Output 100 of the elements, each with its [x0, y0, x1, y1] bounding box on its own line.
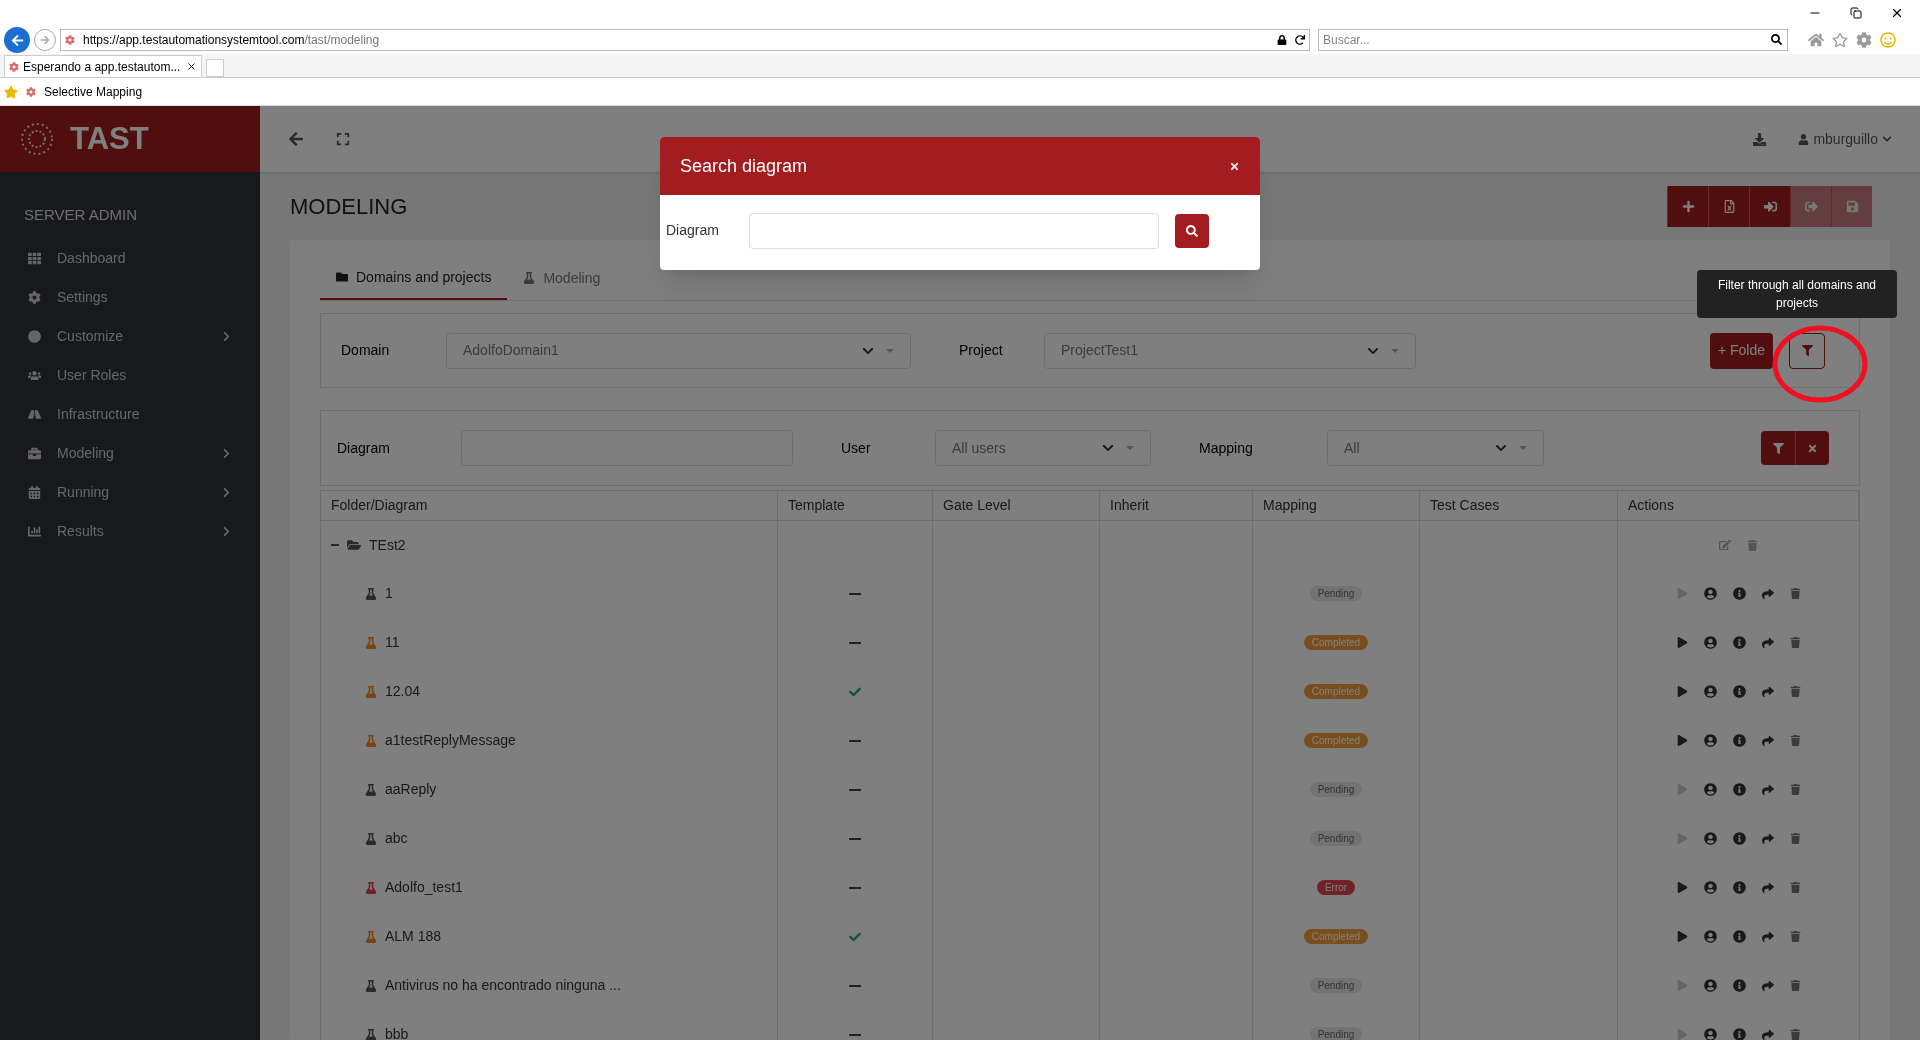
diagram-name[interactable]: bbb [385, 1024, 409, 1040]
info-icon[interactable] [1732, 734, 1746, 747]
delete-icon[interactable] [1789, 637, 1801, 648]
diagram-name[interactable]: Adolfo_test1 [385, 877, 463, 898]
share-icon[interactable] [1761, 685, 1774, 698]
back-button[interactable] [4, 27, 30, 53]
favorite-link[interactable]: Selective Mapping [44, 82, 143, 101]
close-icon[interactable] [1890, 6, 1904, 20]
share-icon[interactable] [1761, 930, 1774, 943]
info-icon[interactable] [1732, 979, 1746, 992]
user-icon[interactable] [1703, 832, 1717, 845]
user-icon[interactable] [1703, 734, 1717, 747]
play-icon[interactable] [1676, 882, 1688, 893]
delete-icon[interactable] [1789, 931, 1801, 942]
settings-icon[interactable] [1856, 32, 1872, 48]
sidebar-item[interactable]: Dashboard [0, 238, 260, 278]
user-icon[interactable] [1703, 587, 1717, 600]
share-icon[interactable] [1761, 783, 1774, 796]
info-icon[interactable] [1732, 832, 1746, 845]
refresh-icon[interactable] [1295, 35, 1305, 45]
sidebar-item[interactable]: Running [0, 472, 260, 512]
delete-icon[interactable] [1789, 735, 1801, 746]
home-icon[interactable] [1808, 32, 1824, 48]
tab[interactable]: Domains and projects [320, 256, 508, 300]
delete-icon[interactable] [1789, 882, 1801, 893]
user-menu[interactable]: mburguillo [1798, 128, 1892, 150]
share-icon[interactable] [1761, 881, 1774, 894]
browser-tab[interactable]: Esperando a app.testautom... [4, 55, 202, 77]
delete-icon[interactable] [1789, 588, 1801, 599]
share-icon[interactable] [1761, 636, 1774, 649]
share-icon[interactable] [1761, 832, 1774, 845]
play-icon[interactable] [1676, 637, 1688, 648]
diagram-name[interactable]: ALM 188 [385, 926, 442, 947]
import-icon [1763, 199, 1777, 213]
play-icon[interactable] [1676, 686, 1688, 697]
info-icon[interactable] [1732, 636, 1746, 649]
search-field[interactable]: Buscar... [1318, 29, 1788, 51]
lock-icon [1277, 35, 1287, 45]
play-icon[interactable] [1676, 735, 1688, 746]
info-icon[interactable] [1732, 587, 1746, 600]
delete-icon[interactable] [1789, 833, 1801, 844]
user-icon[interactable] [1703, 1028, 1717, 1040]
column-header: Template [788, 496, 845, 515]
restore-icon[interactable] [1850, 7, 1862, 19]
star-icon[interactable] [1832, 32, 1848, 48]
share-icon[interactable] [1761, 979, 1774, 992]
fullscreen-icon[interactable] [336, 132, 350, 146]
user-select[interactable]: All users [935, 430, 1151, 466]
diagram-name[interactable]: 11 [385, 632, 400, 653]
sidebar-item[interactable]: Results [0, 511, 260, 551]
sidebar-item[interactable]: Settings [0, 277, 260, 317]
delete-icon[interactable] [1789, 784, 1801, 795]
user-icon[interactable] [1703, 979, 1717, 992]
mapping-select[interactable]: All [1327, 430, 1544, 466]
field-label: Project [959, 341, 1004, 360]
folder-name[interactable]: TEst2 [369, 534, 406, 556]
caret-icon [1519, 446, 1527, 450]
address-field[interactable]: https://app.testautomationsystemtool.com/tast/modeling [60, 29, 1310, 51]
info-icon[interactable] [1732, 783, 1746, 796]
sidebar-item[interactable]: Infrastructure [0, 394, 260, 434]
share-icon[interactable] [1761, 1028, 1774, 1040]
info-icon[interactable] [1732, 930, 1746, 943]
menu-icon [28, 368, 41, 382]
favorites-star-icon[interactable] [4, 84, 18, 99]
user-icon[interactable] [1703, 930, 1717, 943]
filter-button[interactable] [1789, 332, 1825, 369]
add-folder-button[interactable]: + Folde [1709, 332, 1773, 369]
info-icon[interactable] [1732, 881, 1746, 894]
diagram-name[interactable]: a1testReplyMessage [385, 730, 516, 751]
diagram-field[interactable] [749, 212, 1159, 249]
diagram-name[interactable]: Antivirus no ha encontrado ninguna ... [385, 975, 621, 996]
diagram-name[interactable]: aaReply [385, 779, 437, 800]
share-icon[interactable] [1761, 587, 1774, 600]
close-icon[interactable] [186, 61, 197, 72]
sidebar-item[interactable]: Customize [0, 316, 260, 356]
search-button[interactable] [1175, 213, 1209, 248]
share-icon[interactable] [1761, 734, 1774, 747]
back-icon[interactable] [288, 131, 304, 147]
user-icon[interactable] [1703, 783, 1717, 796]
sidebar-item[interactable]: User Roles [0, 355, 260, 395]
info-icon[interactable] [1732, 1028, 1746, 1040]
diagram-name[interactable]: 1 [385, 583, 393, 604]
column-header: Test Cases [1430, 496, 1500, 515]
delete-icon[interactable] [1789, 1029, 1801, 1040]
tab[interactable]: Modeling [507, 256, 617, 300]
diagram-name[interactable]: 12.04 [385, 681, 421, 702]
project-select[interactable]: ProjectTest1 [1044, 332, 1416, 369]
user-icon[interactable] [1703, 636, 1717, 649]
delete-icon[interactable] [1789, 980, 1801, 991]
domain-select[interactable]: AdolfoDomain1 [446, 332, 911, 369]
search-icon[interactable] [1771, 34, 1782, 45]
flask-icon [365, 636, 377, 649]
user-icon[interactable] [1703, 881, 1717, 894]
sidebar-item[interactable]: Modeling [0, 433, 260, 473]
delete-icon[interactable] [1789, 686, 1801, 697]
user-icon[interactable] [1703, 685, 1717, 698]
diagram-name[interactable]: abc [385, 828, 408, 849]
play-icon[interactable] [1676, 931, 1688, 942]
info-icon[interactable] [1732, 685, 1746, 698]
download-icon[interactable] [1753, 132, 1767, 146]
